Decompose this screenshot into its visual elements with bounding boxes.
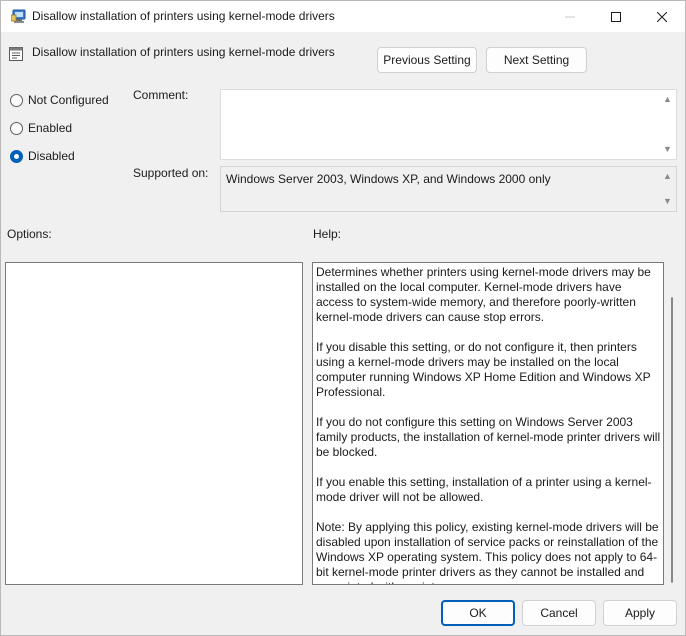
help-paragraph: If you do not configure this setting on … [316,415,661,459]
comment-scrollbar[interactable]: ▲ ▼ [659,90,676,159]
radio-label: Disabled [28,149,75,163]
help-scrollbar-thumb[interactable] [671,297,673,583]
supported-on-field: Windows Server 2003, Windows XP, and Win… [220,166,677,212]
window-title: Disallow installation of printers using … [32,9,335,23]
apply-button[interactable]: Apply [603,600,677,626]
next-setting-button[interactable]: Next Setting [486,47,587,73]
radio-enabled[interactable]: Enabled [10,120,72,136]
scroll-down-icon[interactable]: ▼ [663,145,672,154]
comment-textarea[interactable]: ▲ ▼ [220,89,677,160]
help-paragraph: If you disable this setting, or do not c… [316,340,651,399]
maximize-button[interactable] [593,1,639,32]
help-panel[interactable]: Determines whether printers using kernel… [312,262,664,585]
scroll-up-icon[interactable]: ▲ [663,172,672,181]
minimize-icon [565,16,575,17]
options-label: Options: [7,227,52,241]
supported-scrollbar[interactable]: ▲ ▼ [659,167,676,211]
scroll-up-icon[interactable]: ▲ [663,95,672,104]
ok-button[interactable]: OK [441,600,515,626]
scroll-down-icon[interactable]: ▼ [663,197,672,206]
policy-setting-dialog: Disallow installation of printers using … [0,0,686,636]
help-scrollbar[interactable] [670,269,675,583]
radio-label: Enabled [28,121,73,135]
supported-on-label: Supported on: [133,166,209,180]
help-text: Determines whether printers using kernel… [316,265,661,584]
help-label: Help: [313,227,342,241]
policy-name: Disallow installation of printers using … [32,45,335,59]
supported-on-value: Windows Server 2003, Windows XP, and Win… [226,172,551,186]
group-policy-app-icon [10,9,27,24]
radio-indicator-selected[interactable] [10,149,23,163]
policy-setting-icon [8,46,24,62]
help-paragraph: Note: By applying this policy, existing … [316,520,659,584]
close-icon [657,11,667,22]
radio-disabled[interactable]: Disabled [10,148,75,164]
help-paragraph: Determines whether printers using kernel… [316,265,651,324]
maximize-icon [611,11,621,22]
comment-label: Comment: [133,88,189,102]
radio-not-configured[interactable]: Not Configured [10,92,109,108]
close-button[interactable] [639,1,685,32]
options-panel [5,262,303,585]
radio-indicator[interactable] [10,121,23,135]
radio-label: Not Configured [28,93,109,107]
radio-indicator[interactable] [10,93,23,107]
cancel-button[interactable]: Cancel [522,600,596,626]
previous-setting-button[interactable]: Previous Setting [377,47,477,73]
minimize-button[interactable] [547,1,593,32]
title-bar[interactable]: Disallow installation of printers using … [1,1,685,32]
help-paragraph: If you enable this setting, installation… [316,475,652,504]
